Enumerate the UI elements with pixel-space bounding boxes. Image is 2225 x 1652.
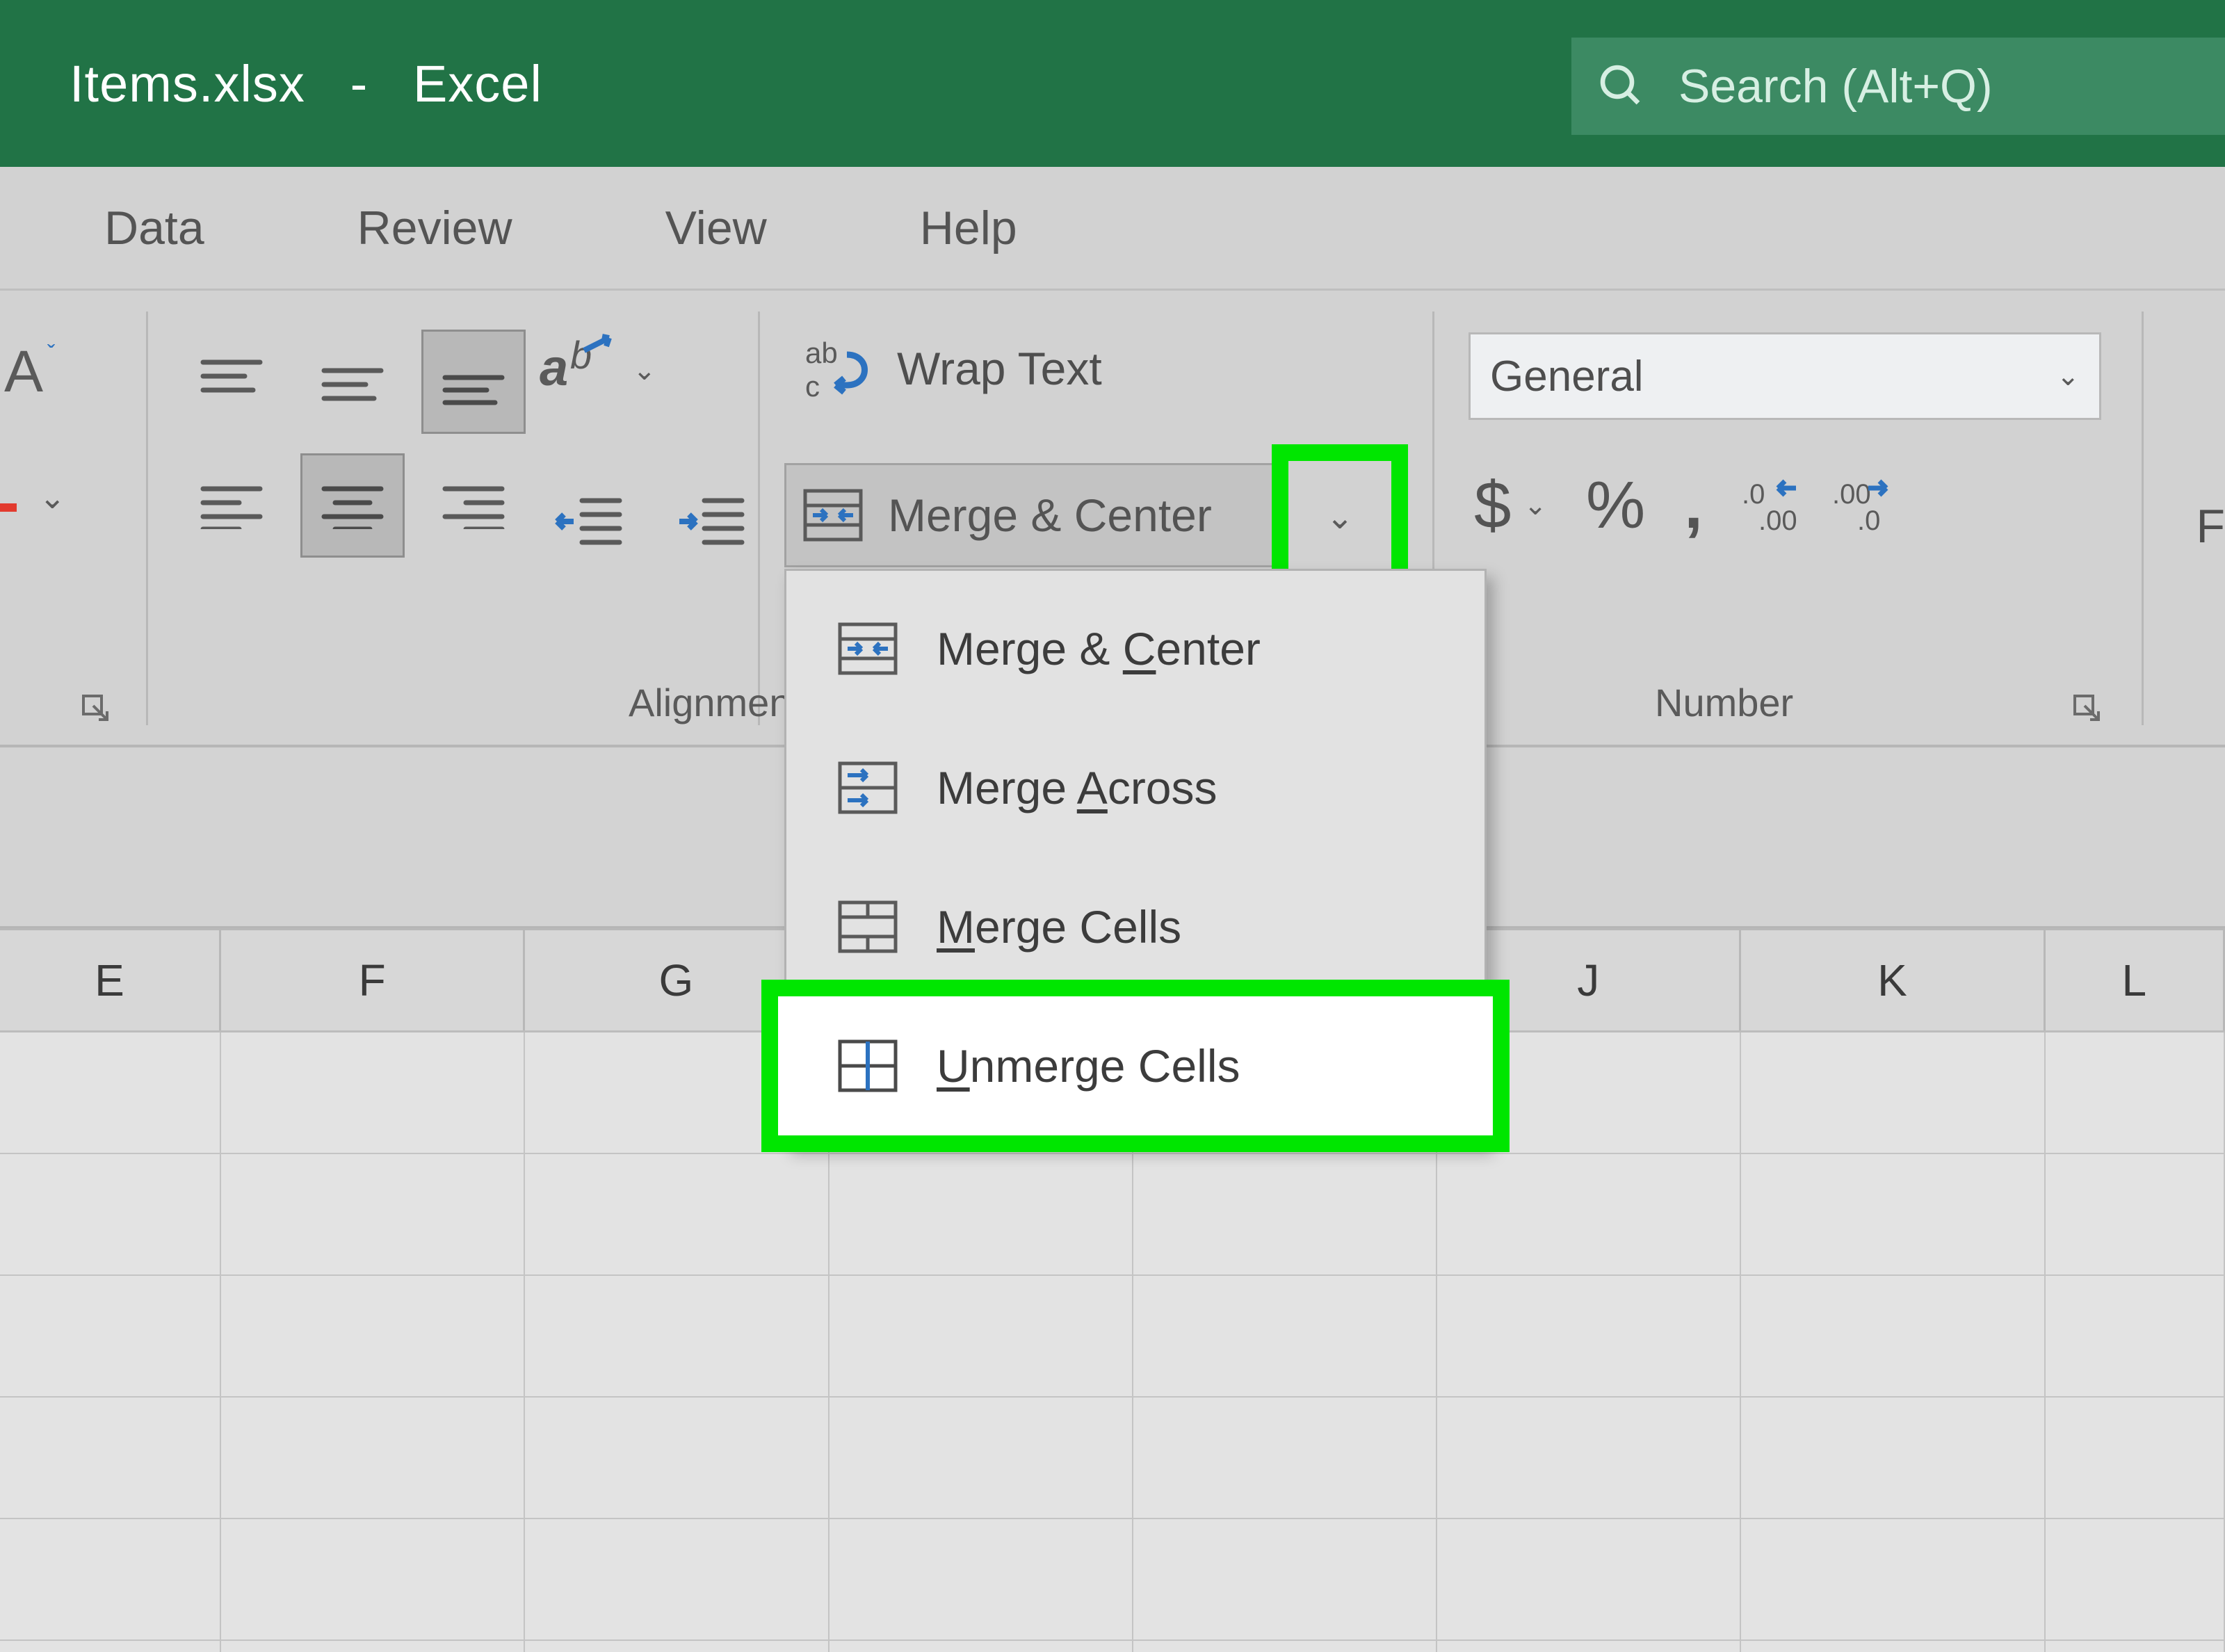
menu-item-merge-cells[interactable]: Merge Cells [786,857,1484,996]
column-header-E[interactable]: E [0,928,221,1030]
column-header-L[interactable]: L [2046,928,2225,1030]
unmerge-cells-icon [838,1039,898,1092]
merge-center-icon [803,489,863,542]
svg-text:.00: .00 [1758,505,1797,535]
search-box[interactable]: Search (Alt+Q) [1571,38,2225,135]
tab-data[interactable]: Data [104,201,204,255]
tab-view[interactable]: View [665,201,767,255]
chevron-down-icon: ⌄ [2056,360,2080,392]
merge-dropdown-menu: Merge & Center Merge Across Merge Cells [784,569,1487,1146]
svg-text:b: b [570,333,592,377]
align-top-button[interactable] [179,330,284,434]
orientation-icon: a b [535,332,619,409]
menu-label: Merge Across [937,761,1217,814]
percent-format-button[interactable]: % [1586,467,1645,544]
comma-format-button[interactable]: , [1684,467,1703,544]
merge-center-icon [838,622,898,675]
svg-text:c: c [805,370,820,400]
chevron-down-icon: ⌄ [39,478,66,516]
search-icon [1596,61,1646,111]
chevron-down-icon: ⌄ [1326,498,1354,537]
align-middle-button[interactable] [300,330,405,434]
wrap-text-button[interactable]: ab c Wrap Text [805,337,1102,400]
merge-cells-icon [838,900,898,953]
menu-label: Merge Cells [937,900,1181,953]
menu-item-merge-across[interactable]: Merge Across [786,718,1484,857]
decrease-decimal-button[interactable]: .00 .0 [1832,476,1895,535]
chevron-down-icon: ⌄ [1523,489,1547,521]
font-color-button[interactable]: ⌄ [0,478,66,516]
number-group-label: Number [1655,680,1793,725]
align-center-button[interactable] [300,453,405,558]
ribbon-tabs: Data Review View Help [0,167,2225,289]
merge-across-icon [838,761,898,814]
ribbon: Aˇ ⌄ a b [0,289,2225,747]
align-bottom-button[interactable] [421,330,526,434]
svg-text:.0: .0 [1857,505,1880,535]
indent-buttons [535,469,762,573]
window-title: Items.xlsx - Excel [70,54,542,113]
menu-label: Merge & Center [937,622,1261,675]
merge-center-button[interactable]: Merge & Center [786,465,1229,565]
merge-center-split-button[interactable]: Merge & Center ⌄ [784,463,1403,567]
group-separator [2142,311,2144,725]
column-header-F[interactable]: F [221,928,525,1030]
title-filename: Items.xlsx [70,55,305,113]
dollar-icon: $ [1474,467,1511,544]
orientation-button[interactable]: a b ⌄ [535,332,656,409]
number-buttons: $ ⌄ % , .0 .00 .00 .0 [1474,467,1895,544]
title-bar: Items.xlsx - Excel Search (Alt+Q) [0,0,2225,167]
align-right-button[interactable] [421,453,526,558]
svg-text:a: a [540,339,568,396]
font-group-dialog-launcher[interactable] [79,692,113,725]
alignment-buttons [179,330,526,558]
number-group-dialog-launcher[interactable] [2071,692,2104,725]
title-sep: - [350,55,369,113]
tab-review[interactable]: Review [357,201,512,255]
font-color-swatch [0,503,17,512]
column-header-K[interactable]: K [1741,928,2045,1030]
increase-indent-button[interactable] [658,469,762,573]
wrap-text-icon: ab c [805,337,872,400]
decrease-indent-button[interactable] [535,469,640,573]
alignment-group-label: Alignment [629,680,802,725]
chevron-down-icon: ˇ [47,341,55,368]
chevron-down-icon: ⌄ [633,355,656,387]
number-format-value: General [1490,352,1644,401]
align-left-button[interactable] [179,453,284,558]
search-placeholder: Search (Alt+Q) [1678,59,1993,113]
menu-item-merge-center[interactable]: Merge & Center [786,579,1484,718]
shrink-font-button[interactable]: Aˇ [4,338,55,405]
number-format-select[interactable]: General ⌄ [1468,332,2101,420]
ribbon-fragment-label: F [2196,499,2225,553]
group-separator [146,311,148,725]
svg-text:ab: ab [805,337,838,369]
accounting-format-button[interactable]: $ ⌄ [1474,467,1547,544]
title-app: Excel [413,55,542,113]
increase-decimal-button[interactable]: .0 .00 [1742,476,1804,535]
menu-item-unmerge-cells[interactable]: Unmerge Cells [778,996,1493,1135]
menu-label: Unmerge Cells [937,1039,1240,1092]
tab-help[interactable]: Help [920,201,1017,255]
group-separator [758,311,760,725]
merge-center-label: Merge & Center [888,489,1212,542]
wrap-text-label: Wrap Text [897,342,1102,395]
